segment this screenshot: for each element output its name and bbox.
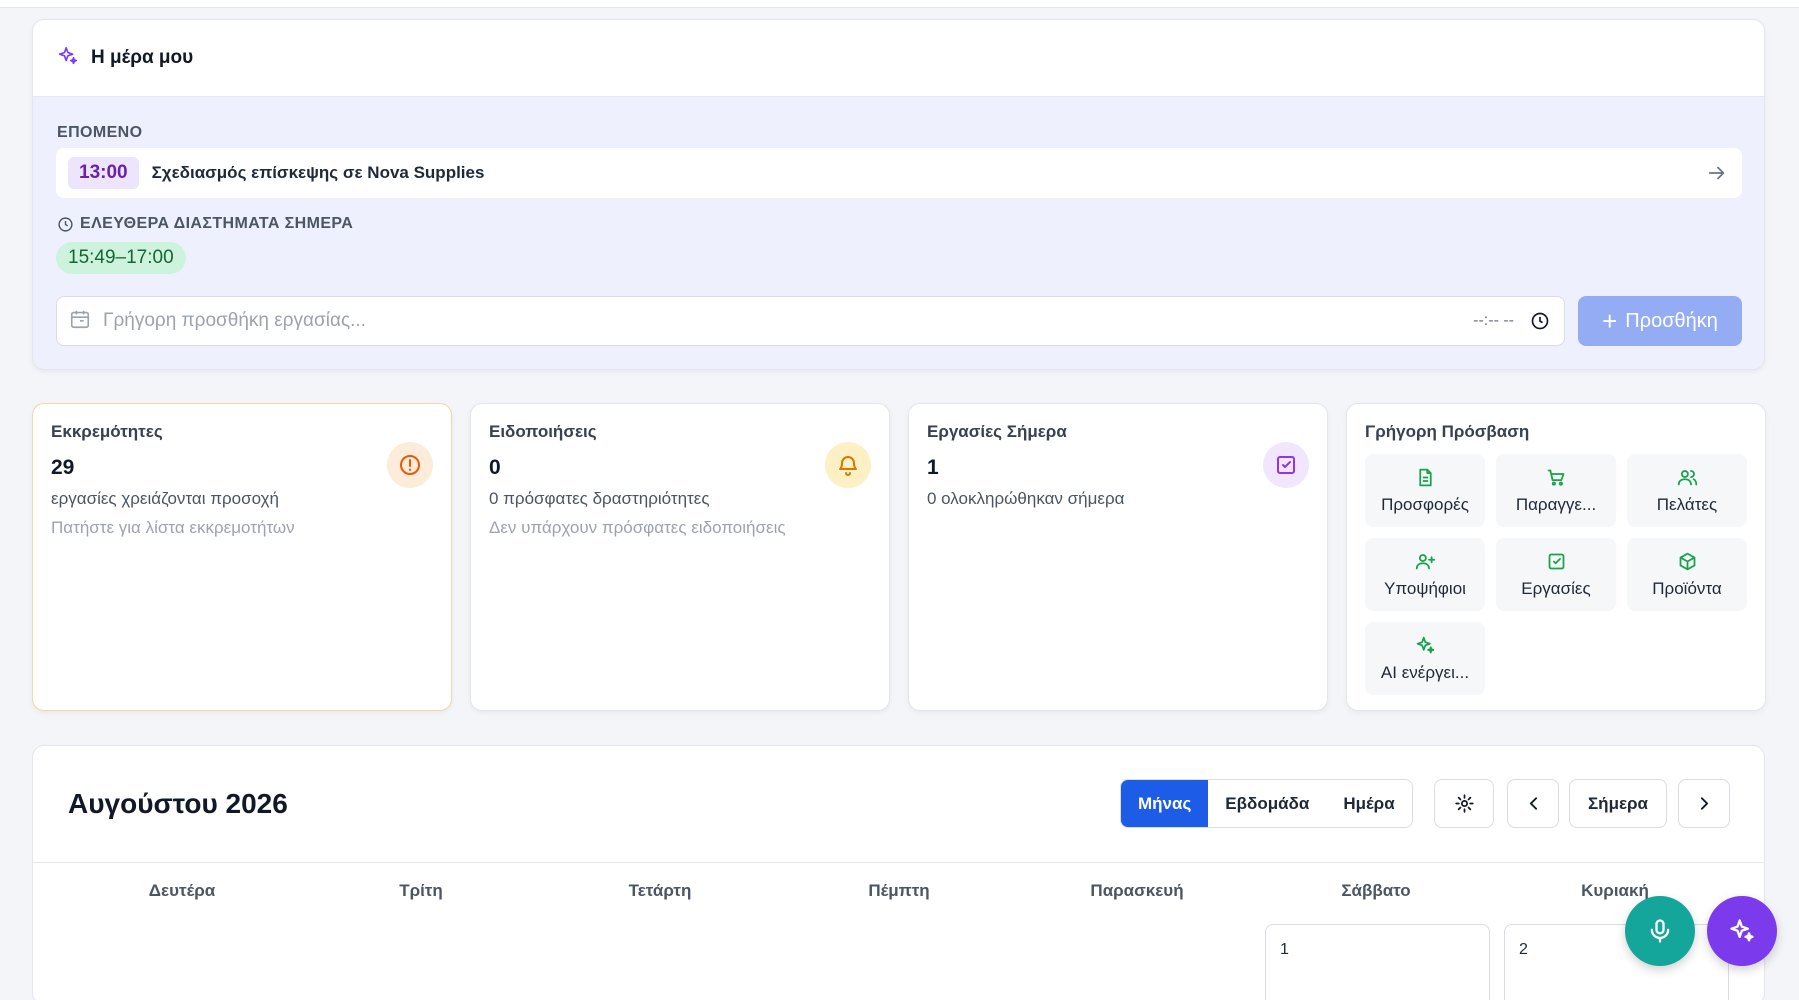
quick-access-products[interactable]: Προϊόντα xyxy=(1627,538,1747,611)
tasks-today-subtitle: 0 ολοκληρώθηκαν σήμερα xyxy=(927,489,1125,508)
quick-access-card: Γρήγορη Πρόσβαση Προσφορές Παραγγε... Πε… xyxy=(1346,403,1766,711)
quick-access-label: Υποψήφιοι xyxy=(1384,578,1466,598)
bell-icon xyxy=(825,442,871,488)
gear-icon xyxy=(1454,794,1474,813)
notifications-note: Δεν υπάρχουν πρόσφατες ειδοποιήσεις xyxy=(489,518,786,537)
calendar-panel: Αυγούστου 2026 Μήνας Εβδομάδα Ημέρα Σήμε… xyxy=(32,745,1765,1000)
package-icon xyxy=(1679,552,1695,570)
quick-add-input[interactable] xyxy=(103,310,1283,332)
clock-icon[interactable] xyxy=(1530,311,1550,331)
quick-access-grid: Προσφορές Παραγγε... Πελάτες Υποψήφιοι Ε… xyxy=(1365,454,1747,695)
quick-access-label: Εργασίες xyxy=(1521,578,1591,598)
check-square-icon xyxy=(1263,442,1309,488)
view-week-button[interactable]: Εβδομάδα xyxy=(1208,780,1327,827)
weekday-header: Τετάρτη xyxy=(628,881,692,900)
free-slots-text: ΕΛΕΥΘΕΡΑ ΔΙΑΣΤΗΜΑΤΑ ΣΗΜΕΡΑ xyxy=(80,215,354,232)
pending-note: Πατήστε για λίστα εκκρεμοτήτων xyxy=(51,518,295,537)
microphone-icon xyxy=(1650,919,1670,943)
notifications-subtitle: 0 πρόσφατες δραστηριότητες xyxy=(489,489,710,508)
view-month-button[interactable]: Μήνας xyxy=(1121,780,1209,827)
weekday-header: Παρασκευή xyxy=(1090,881,1184,900)
settings-button[interactable] xyxy=(1434,779,1494,828)
quick-access-label: Προσφορές xyxy=(1381,494,1469,514)
quick-access-label: AI ενέργει... xyxy=(1380,662,1470,682)
weekday-header: Τρίτη xyxy=(399,881,443,900)
next-button[interactable] xyxy=(1678,779,1730,828)
view-day-button[interactable]: Ημέρα xyxy=(1326,780,1412,827)
next-event-text: Σχεδιασμός επίσκεψης σε Nova Supplies xyxy=(151,163,485,182)
notifications-card[interactable]: Ειδοποιήσεις 0 0 πρόσφατες δραστηριότητε… xyxy=(470,403,890,711)
quick-access-label: Προϊόντα xyxy=(1652,578,1722,598)
weekday-header: Πέμπτη xyxy=(868,881,930,900)
tasks-today-title: Εργασίες Σήμερα xyxy=(927,422,1067,441)
user-plus-icon xyxy=(1415,553,1435,569)
top-strip xyxy=(0,0,1799,8)
chevron-left-icon xyxy=(1529,797,1537,810)
sparkles-icon xyxy=(1730,919,1754,942)
day-cell[interactable]: 1 xyxy=(1265,924,1490,1000)
today-button[interactable]: Σήμερα xyxy=(1569,779,1667,828)
quick-access-ai-actions[interactable]: AI ενέργει... xyxy=(1365,622,1485,695)
quick-access-title: Γρήγορη Πρόσβαση xyxy=(1365,422,1530,441)
my-day-header: Η μέρα μου xyxy=(33,20,1764,97)
notifications-count: 0 xyxy=(489,456,501,479)
add-task-label: Προσθήκη xyxy=(1625,309,1718,332)
next-label: ΕΠΟΜΕΝΟ xyxy=(57,124,143,141)
pending-subtitle: εργασίες χρειάζονται προσοχή xyxy=(51,489,279,508)
cart-icon xyxy=(1547,469,1564,486)
sparkles-icon xyxy=(57,45,79,72)
calendar-header: Αυγούστου 2026 Μήνας Εβδομάδα Ημέρα Σήμε… xyxy=(33,746,1764,863)
free-slot-badge[interactable]: 15:49–17:00 xyxy=(56,242,186,274)
sparkles-icon xyxy=(1416,636,1434,653)
calendar-icon xyxy=(69,308,91,335)
my-day-panel: Η μέρα μου ΕΠΟΜΕΝΟ 13:00 Σχεδιασμός επίσ… xyxy=(32,19,1765,370)
quick-access-tasks[interactable]: Εργασίες xyxy=(1496,538,1616,611)
alert-circle-icon xyxy=(387,442,433,488)
quick-access-label: Παραγγε... xyxy=(1515,494,1597,514)
free-slots-label: ΕΛΕΥΘΕΡΑ ΔΙΑΣΤΗΜΑΤΑ ΣΗΜΕΡΑ xyxy=(57,215,353,233)
notifications-title: Ειδοποιήσεις xyxy=(489,422,597,441)
check-square-icon xyxy=(1548,553,1564,569)
next-time-badge: 13:00 xyxy=(68,157,139,189)
weekday-header: Δευτέρα xyxy=(148,881,216,900)
pending-card[interactable]: Εκκρεμότητες 29 εργασίες χρειάζονται προ… xyxy=(32,403,452,711)
ai-assistant-button[interactable] xyxy=(1707,896,1777,966)
quick-access-label: Πελάτες xyxy=(1656,494,1718,514)
quick-access-customers[interactable]: Πελάτες xyxy=(1627,454,1747,527)
calendar-title: Αυγούστου 2026 xyxy=(68,788,288,819)
weekday-header: Σάββατο xyxy=(1341,881,1411,900)
quick-access-leads[interactable]: Υποψήφιοι xyxy=(1365,538,1485,611)
quick-access-orders[interactable]: Παραγγε... xyxy=(1496,454,1616,527)
file-text-icon xyxy=(1418,468,1432,486)
tasks-today-count: 1 xyxy=(927,456,939,479)
quick-access-offers[interactable]: Προσφορές xyxy=(1365,454,1485,527)
tasks-today-card[interactable]: Εργασίες Σήμερα 1 0 ολοκληρώθηκαν σήμερα xyxy=(908,403,1328,711)
view-switcher: Μήνας Εβδομάδα Ημέρα xyxy=(1120,779,1413,828)
voice-button[interactable] xyxy=(1625,896,1695,966)
add-task-button[interactable]: + Προσθήκη xyxy=(1578,296,1742,346)
arrow-right-icon xyxy=(1706,162,1728,184)
quick-add-field: --:-- -- xyxy=(56,296,1565,346)
previous-button[interactable] xyxy=(1507,779,1559,828)
time-input[interactable]: --:-- -- xyxy=(1473,312,1514,330)
my-day-title: Η μέρα μου xyxy=(91,47,194,68)
chevron-right-icon xyxy=(1700,797,1708,810)
pending-title: Εκκρεμότητες xyxy=(51,422,163,441)
pending-count: 29 xyxy=(51,456,75,479)
plus-icon: + xyxy=(1602,306,1618,336)
next-event-row[interactable]: 13:00 Σχεδιασμός επίσκεψης σε Nova Suppl… xyxy=(56,148,1742,198)
day-cell[interactable]: 2 xyxy=(1504,924,1729,1000)
clock-icon xyxy=(58,216,73,232)
users-icon xyxy=(1677,469,1697,485)
